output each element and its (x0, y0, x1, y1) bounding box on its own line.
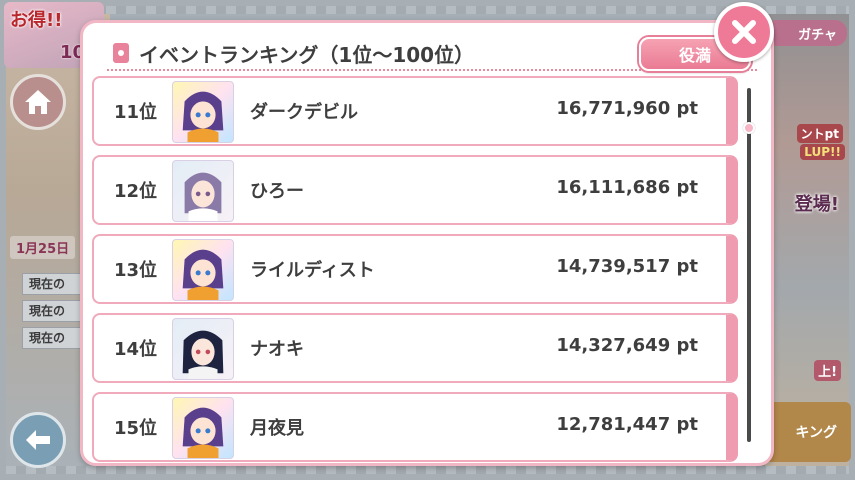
player-avatar (172, 318, 234, 380)
modal-title: イベントランキング（1位～100位） (139, 43, 475, 67)
rank-label: 14位 (114, 339, 158, 360)
home-button[interactable] (10, 74, 66, 130)
player-points: 14,327,649 pt (556, 335, 698, 356)
scrollbar-thumb[interactable] (743, 122, 755, 134)
back-button[interactable] (10, 412, 66, 468)
avatar-purple-hair-icon (182, 91, 224, 142)
player-name: ライルディスト (250, 260, 375, 281)
player-name: 月夜見 (250, 418, 304, 439)
promo-text: LUP!! (800, 144, 845, 160)
close-icon (732, 20, 756, 44)
player-avatar (172, 397, 234, 459)
promo-text: ントpt (796, 124, 843, 143)
player-avatar (172, 239, 234, 301)
ranking-row[interactable]: 12位 ひろー 16,111,686 pt (92, 155, 738, 225)
rank-label: 13位 (114, 260, 158, 281)
modal-header: イベントランキング（1位～100位） 役満 (107, 35, 757, 71)
back-arrow-icon (26, 430, 50, 450)
scrollbar[interactable] (743, 88, 755, 442)
ranking-button[interactable]: キング (765, 402, 851, 462)
avatar-dark-hair-icon (182, 330, 224, 379)
player-name: ひろー (250, 181, 304, 202)
player-points: 16,771,960 pt (556, 98, 698, 119)
player-name: ナオキ (250, 339, 304, 360)
gacha-tag[interactable]: ガチャ (765, 20, 847, 46)
player-points: 12,781,447 pt (556, 414, 698, 435)
ranking-row[interactable]: 14位 ナオキ 14,327,649 pt (92, 313, 738, 383)
player-points: 16,111,686 pt (556, 177, 698, 198)
avatar-purple-hair-icon (182, 407, 224, 458)
player-avatar (172, 81, 234, 143)
close-button[interactable] (714, 2, 774, 62)
card-icon (113, 43, 129, 63)
player-avatar (172, 160, 234, 222)
promo-text: 登場! (794, 194, 839, 215)
avatar-purple-hair-icon (182, 249, 224, 300)
ranking-list[interactable]: 11位 ダークデビル 16,771,960 pt 12位 ひろー 16,111,… (92, 76, 738, 462)
ranking-row[interactable]: 13位 ライルディスト 14,739,517 pt (92, 234, 738, 304)
deal-banner-text: お得!! (10, 10, 63, 31)
avatar-lavender-hair-icon (184, 172, 222, 221)
rank-label: 12位 (114, 181, 158, 202)
ranking-row[interactable]: 11位 ダークデビル 16,771,960 pt (92, 76, 738, 146)
player-points: 14,739,517 pt (556, 256, 698, 277)
rank-label: 15位 (114, 418, 158, 439)
rank-label: 11位 (114, 102, 158, 123)
promo-text: 上! (814, 360, 841, 381)
ranking-row[interactable]: 15位 月夜見 12,781,447 pt (92, 392, 738, 462)
event-date: 1月25日 (10, 236, 76, 259)
player-name: ダークデビル (250, 102, 358, 123)
home-icon (25, 90, 51, 114)
